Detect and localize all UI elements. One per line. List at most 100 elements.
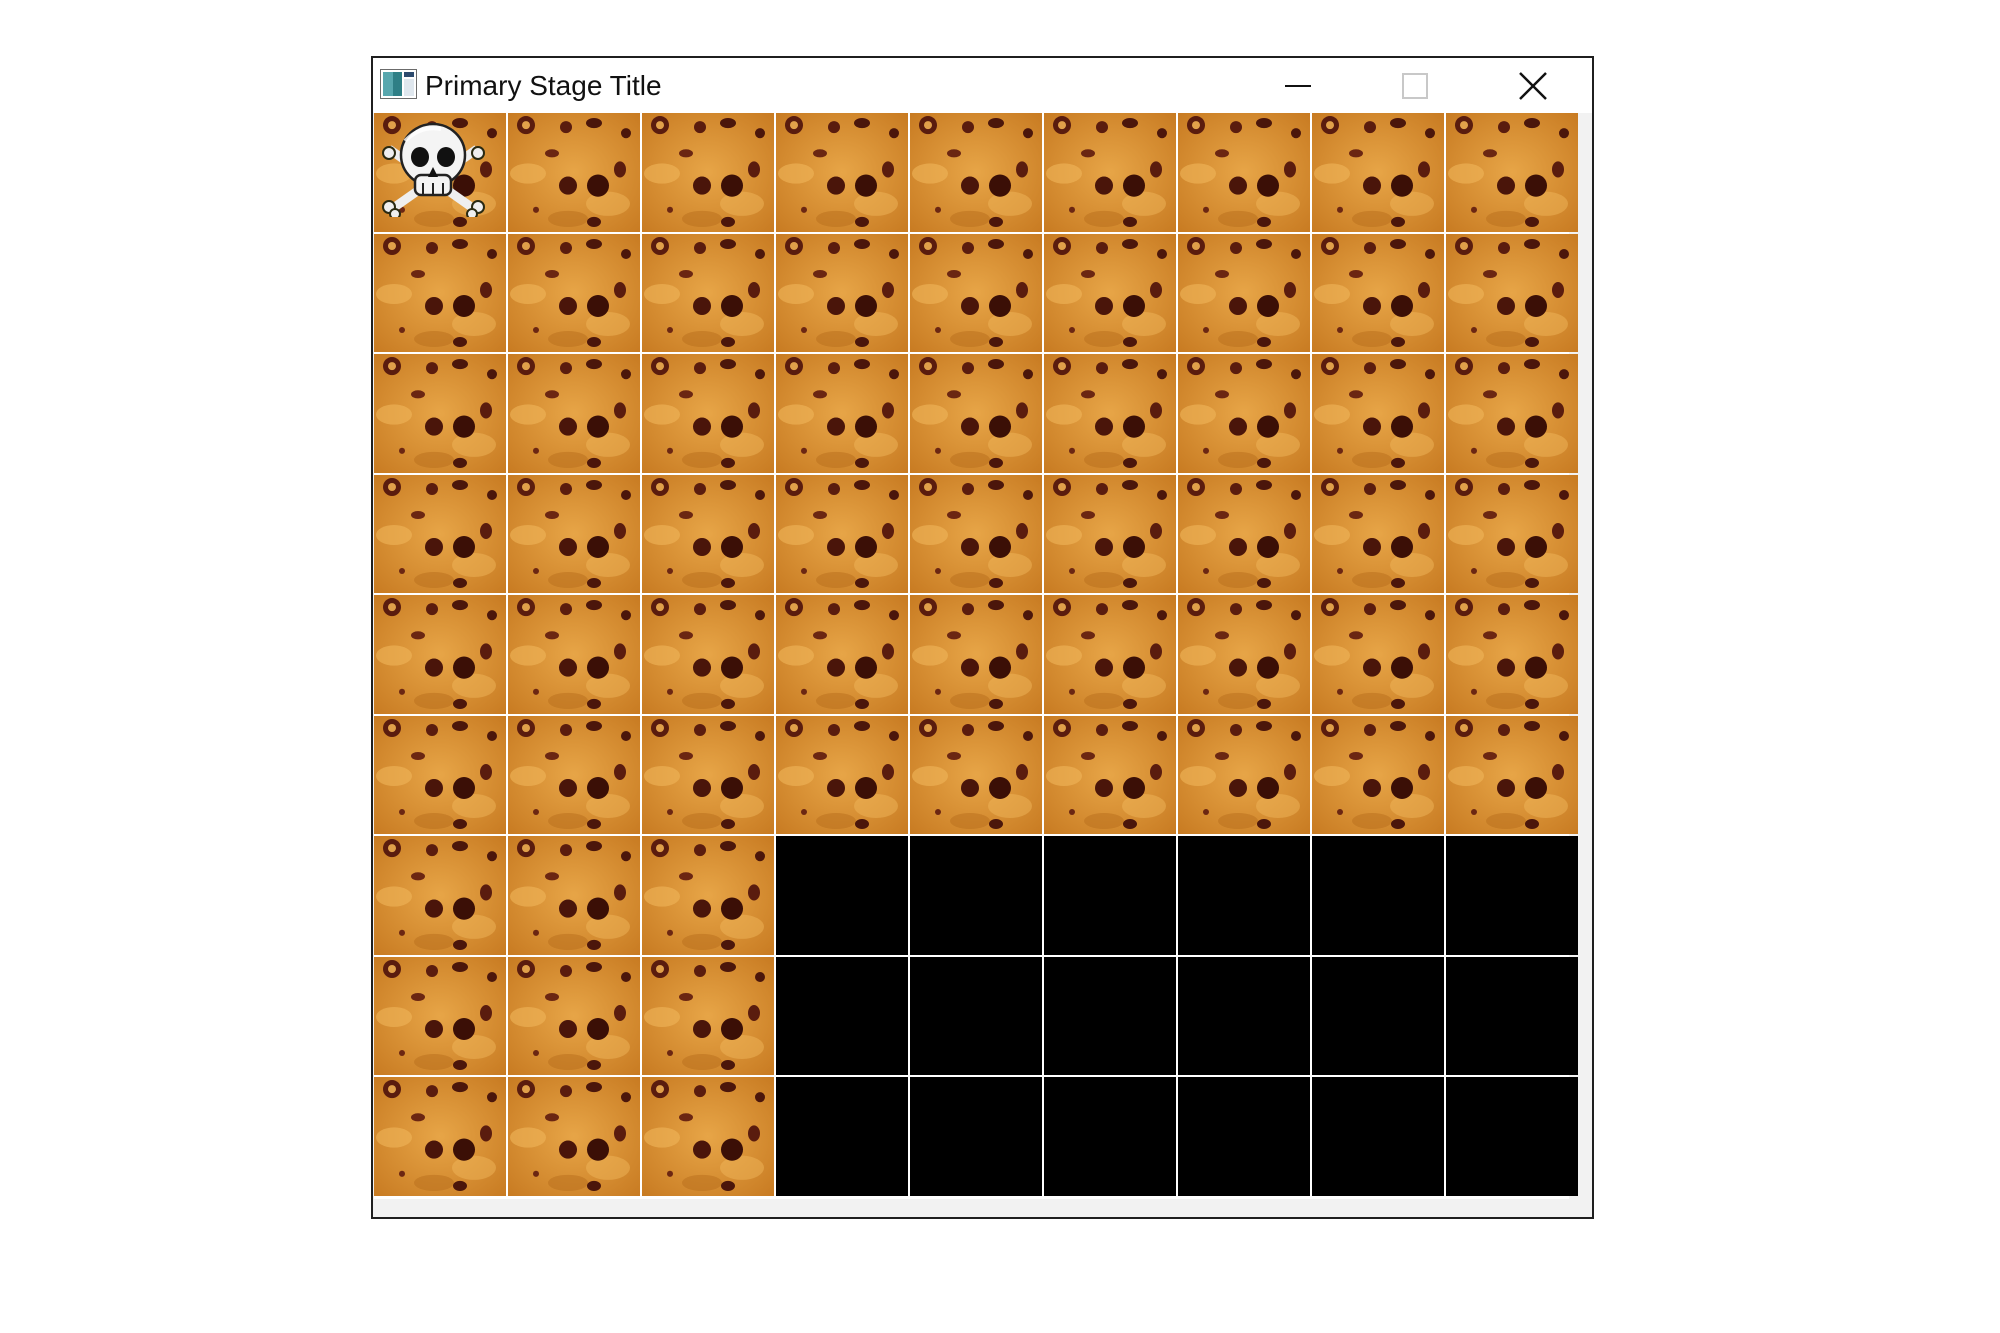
covered-cell[interactable] xyxy=(642,113,774,232)
cookie-texture-icon xyxy=(508,234,640,352)
covered-cell[interactable] xyxy=(1178,234,1310,352)
revealed-cell[interactable] xyxy=(910,957,1042,1075)
covered-cell[interactable] xyxy=(374,1077,506,1196)
revealed-cell[interactable] xyxy=(776,1077,908,1196)
covered-cell[interactable] xyxy=(1044,475,1176,593)
cookie-texture-icon xyxy=(1446,595,1578,714)
covered-cell[interactable] xyxy=(374,716,506,834)
covered-cell[interactable] xyxy=(1178,113,1310,232)
cookie-texture-icon xyxy=(776,716,908,834)
covered-cell[interactable] xyxy=(508,1077,640,1196)
covered-cell[interactable] xyxy=(910,716,1042,834)
revealed-cell[interactable] xyxy=(776,836,908,955)
covered-cell[interactable] xyxy=(508,716,640,834)
covered-cell[interactable] xyxy=(508,957,640,1075)
covered-cell[interactable] xyxy=(1044,234,1176,352)
covered-cell[interactable] xyxy=(642,836,774,955)
covered-cell[interactable] xyxy=(642,716,774,834)
app-window: Primary Stage Title xyxy=(371,56,1594,1219)
revealed-cell[interactable] xyxy=(1044,836,1176,955)
revealed-cell[interactable] xyxy=(1312,836,1444,955)
cookie-texture-icon xyxy=(1312,475,1444,593)
covered-cell[interactable] xyxy=(1312,113,1444,232)
covered-cell[interactable] xyxy=(374,957,506,1075)
revealed-cell[interactable] xyxy=(1178,1077,1310,1196)
covered-cell[interactable] xyxy=(1446,113,1578,232)
covered-cell[interactable] xyxy=(1312,716,1444,834)
revealed-cell[interactable] xyxy=(910,836,1042,955)
covered-cell[interactable] xyxy=(1446,595,1578,714)
mine-cell[interactable] xyxy=(374,113,506,232)
cookie-texture-icon xyxy=(1312,113,1444,232)
covered-cell[interactable] xyxy=(642,234,774,352)
covered-cell[interactable] xyxy=(642,475,774,593)
covered-cell[interactable] xyxy=(374,595,506,714)
covered-cell[interactable] xyxy=(1446,234,1578,352)
cookie-texture-icon xyxy=(374,234,506,352)
cookie-texture-icon xyxy=(1044,113,1176,232)
covered-cell[interactable] xyxy=(776,716,908,834)
covered-cell[interactable] xyxy=(1178,595,1310,714)
revealed-cell[interactable] xyxy=(1044,957,1176,1075)
covered-cell[interactable] xyxy=(1446,716,1578,834)
covered-cell[interactable] xyxy=(1312,354,1444,473)
close-button[interactable] xyxy=(1474,58,1592,113)
revealed-cell[interactable] xyxy=(1312,1077,1444,1196)
maximize-button[interactable] xyxy=(1357,58,1475,113)
covered-cell[interactable] xyxy=(910,354,1042,473)
revealed-cell[interactable] xyxy=(1312,957,1444,1075)
covered-cell[interactable] xyxy=(1044,354,1176,473)
covered-cell[interactable] xyxy=(508,354,640,473)
covered-cell[interactable] xyxy=(374,475,506,593)
covered-cell[interactable] xyxy=(776,354,908,473)
covered-cell[interactable] xyxy=(1312,595,1444,714)
covered-cell[interactable] xyxy=(1178,716,1310,834)
title-bar[interactable]: Primary Stage Title xyxy=(373,58,1592,113)
covered-cell[interactable] xyxy=(910,234,1042,352)
revealed-cell[interactable] xyxy=(1044,1077,1176,1196)
covered-cell[interactable] xyxy=(508,234,640,352)
covered-cell[interactable] xyxy=(508,595,640,714)
covered-cell[interactable] xyxy=(776,475,908,593)
cookie-texture-icon xyxy=(1044,354,1176,473)
covered-cell[interactable] xyxy=(1446,354,1578,473)
revealed-cell[interactable] xyxy=(1178,836,1310,955)
covered-cell[interactable] xyxy=(374,354,506,473)
revealed-cell[interactable] xyxy=(1446,836,1578,955)
revealed-cell[interactable] xyxy=(776,957,908,1075)
cookie-texture-icon xyxy=(642,1077,774,1196)
covered-cell[interactable] xyxy=(374,234,506,352)
revealed-cell[interactable] xyxy=(1446,957,1578,1075)
covered-cell[interactable] xyxy=(374,836,506,955)
cookie-texture-icon xyxy=(642,354,774,473)
revealed-cell[interactable] xyxy=(1178,957,1310,1075)
covered-cell[interactable] xyxy=(642,595,774,714)
minimize-button[interactable] xyxy=(1239,58,1357,113)
close-icon xyxy=(1519,72,1547,100)
covered-cell[interactable] xyxy=(910,475,1042,593)
covered-cell[interactable] xyxy=(508,475,640,593)
covered-cell[interactable] xyxy=(642,957,774,1075)
covered-cell[interactable] xyxy=(1178,354,1310,473)
cookie-texture-icon xyxy=(776,475,908,593)
covered-cell[interactable] xyxy=(776,595,908,714)
covered-cell[interactable] xyxy=(508,113,640,232)
covered-cell[interactable] xyxy=(642,1077,774,1196)
covered-cell[interactable] xyxy=(1312,234,1444,352)
covered-cell[interactable] xyxy=(508,836,640,955)
covered-cell[interactable] xyxy=(642,354,774,473)
covered-cell[interactable] xyxy=(776,234,908,352)
covered-cell[interactable] xyxy=(776,113,908,232)
covered-cell[interactable] xyxy=(1312,475,1444,593)
covered-cell[interactable] xyxy=(910,595,1042,714)
covered-cell[interactable] xyxy=(1178,475,1310,593)
covered-cell[interactable] xyxy=(910,113,1042,232)
covered-cell[interactable] xyxy=(1446,475,1578,593)
covered-cell[interactable] xyxy=(1044,595,1176,714)
covered-cell[interactable] xyxy=(1044,113,1176,232)
cookie-texture-icon xyxy=(508,595,640,714)
cookie-texture-icon xyxy=(776,234,908,352)
revealed-cell[interactable] xyxy=(910,1077,1042,1196)
revealed-cell[interactable] xyxy=(1446,1077,1578,1196)
covered-cell[interactable] xyxy=(1044,716,1176,834)
